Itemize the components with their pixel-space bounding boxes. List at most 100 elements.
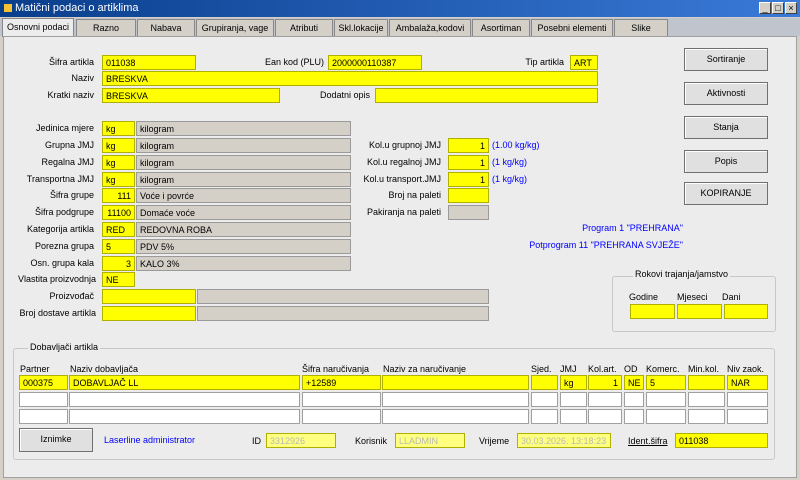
supplier-komerc-cell[interactable] xyxy=(646,409,686,424)
vlastita-field[interactable]: NE xyxy=(102,272,135,287)
godine-field[interactable] xyxy=(630,304,675,319)
tab-posebni-elementi[interactable]: Posebni elementi xyxy=(531,19,613,36)
podgrupa-code-field[interactable]: 11100 xyxy=(102,205,135,220)
kol-transport-note: (1 kg/kg) xyxy=(492,174,528,184)
supplier-sjed-cell[interactable] xyxy=(531,392,558,407)
maximize-button[interactable]: □ xyxy=(772,2,784,14)
transportna-code-field[interactable]: kg xyxy=(102,172,135,187)
supplier-naziv-cell[interactable] xyxy=(69,392,300,407)
col-komerc: Komerc. xyxy=(646,364,680,374)
kopiranje-button[interactable]: KOPIRANJE xyxy=(684,182,768,205)
porezna-code-field[interactable]: 5 xyxy=(102,239,135,254)
ean-field[interactable]: 2000000110387 xyxy=(328,55,422,70)
tab-atributi[interactable]: Atributi xyxy=(275,19,333,36)
supplier-komerc-cell[interactable] xyxy=(646,392,686,407)
kategorija-code-field[interactable]: RED xyxy=(102,222,135,237)
supplier-od-cell[interactable]: NE xyxy=(624,375,644,390)
tab-bar: Osnovni podaci Razno Nabava Grupiranja, … xyxy=(0,18,800,37)
tab-skl-lokacije[interactable]: Skl.lokacije xyxy=(334,19,388,36)
kala-code-field[interactable]: 3 xyxy=(102,256,135,271)
grupna-name-field: kilogram xyxy=(136,138,351,153)
grupa-code-field[interactable]: 111 xyxy=(102,188,135,203)
regalna-name-field: kilogram xyxy=(136,155,351,170)
vrijeme-label: Vrijeme xyxy=(479,436,510,446)
aktivnosti-button[interactable]: Aktivnosti xyxy=(684,82,768,105)
vlastita-label: Vlastita proizvodnja xyxy=(17,274,96,284)
jm-code-field[interactable]: kg xyxy=(102,121,135,136)
supplier-kol-cell[interactable] xyxy=(588,409,622,424)
dani-field[interactable] xyxy=(724,304,768,319)
dodatni-opis-field[interactable] xyxy=(375,88,598,103)
kratki-naziv-field[interactable]: BRESKVA xyxy=(102,88,280,103)
popis-button[interactable]: Popis xyxy=(684,150,768,173)
tab-nabava[interactable]: Nabava xyxy=(137,19,195,36)
supplier-jmj-cell[interactable]: kg xyxy=(560,375,587,390)
title-bar: Matični podaci o artiklima xyxy=(0,0,800,17)
supplier-partner-cell[interactable] xyxy=(19,409,68,424)
supplier-komerc-cell[interactable]: 5 xyxy=(646,375,686,390)
rokovi-title: Rokovi trajanja/jamstvo xyxy=(633,269,731,279)
kol-regalnoj-note: (1 kg/kg) xyxy=(492,157,528,167)
supplier-naziv-nar-cell[interactable] xyxy=(382,392,529,407)
supplier-od-cell[interactable] xyxy=(624,392,644,407)
regalna-code-field[interactable]: kg xyxy=(102,155,135,170)
broj-dostave-code-field[interactable] xyxy=(102,306,196,321)
transportna-jmj-label: Transportna JMJ xyxy=(26,174,94,184)
tab-razno[interactable]: Razno xyxy=(76,19,136,36)
supplier-kol-cell[interactable] xyxy=(588,392,622,407)
supplier-naziv-cell[interactable] xyxy=(69,409,300,424)
ident-sifra-link[interactable]: Ident.šifra xyxy=(628,436,668,446)
osn-grupa-kala-label: Osn. grupa kala xyxy=(30,258,94,268)
sifra-artikla-field[interactable]: 011038 xyxy=(102,55,196,70)
minimize-button[interactable]: _ xyxy=(759,2,771,14)
supplier-min-cell[interactable] xyxy=(688,392,725,407)
close-button[interactable]: × xyxy=(785,2,797,14)
supplier-partner-cell[interactable]: 000375 xyxy=(19,375,68,390)
supplier-min-cell[interactable] xyxy=(688,375,725,390)
kol-transport-label: Kol.u transport.JMJ xyxy=(363,174,441,184)
col-min-kol: Min.kol. xyxy=(688,364,720,374)
tab-grupiranja[interactable]: Grupiranja, vage xyxy=(196,19,274,36)
supplier-naziv-cell[interactable]: DOBAVLJAČ LL xyxy=(69,375,300,390)
supplier-naziv-nar-cell[interactable] xyxy=(382,375,529,390)
col-niv-zaok: Niv zaok. xyxy=(727,364,765,374)
supplier-niv-cell[interactable] xyxy=(727,392,768,407)
broj-na-paleti-field[interactable] xyxy=(448,188,489,203)
col-kol-art: Kol.art. xyxy=(588,364,617,374)
proizvodac-code-field[interactable] xyxy=(102,289,196,304)
ident-sifra-field[interactable]: 011038 xyxy=(675,433,768,448)
naziv-field[interactable]: BRESKVA xyxy=(102,71,598,86)
supplier-niv-cell[interactable] xyxy=(727,409,768,424)
supplier-od-cell[interactable] xyxy=(624,409,644,424)
kol-transport-field[interactable]: 1 xyxy=(448,172,489,187)
supplier-jmj-cell[interactable] xyxy=(560,409,587,424)
supplier-kol-cell[interactable]: 1 xyxy=(588,375,622,390)
kol-regalnoj-field[interactable]: 1 xyxy=(448,155,489,170)
tab-ambalaza[interactable]: Ambalaža,kodovi xyxy=(389,19,471,36)
iznimke-button[interactable]: Iznimke xyxy=(19,428,93,452)
tab-slike[interactable]: Slike xyxy=(614,19,668,36)
supplier-partner-cell[interactable] xyxy=(19,392,68,407)
tab-asortiman[interactable]: Asortiman xyxy=(472,19,530,36)
supplier-jmj-cell[interactable] xyxy=(560,392,587,407)
supplier-naziv-nar-cell[interactable] xyxy=(382,409,529,424)
supplier-min-cell[interactable] xyxy=(688,409,725,424)
supplier-sifra-cell[interactable] xyxy=(302,409,381,424)
grupna-code-field[interactable]: kg xyxy=(102,138,135,153)
broj-dostave-name-field xyxy=(197,306,489,321)
stanja-button[interactable]: Stanja xyxy=(684,116,768,139)
col-sjed: Sjed. xyxy=(531,364,552,374)
kol-grupnoj-note: (1.00 kg/kg) xyxy=(492,140,540,150)
tab-osnovni-podaci[interactable]: Osnovni podaci xyxy=(2,18,74,37)
kol-grupnoj-field[interactable]: 1 xyxy=(448,138,489,153)
supplier-sjed-cell[interactable] xyxy=(531,409,558,424)
pakiranja-label: Pakiranja na paleti xyxy=(366,207,441,217)
dodatni-opis-label: Dodatni opis xyxy=(319,90,370,100)
sortiranje-button[interactable]: Sortiranje xyxy=(684,48,768,71)
supplier-sifra-cell[interactable]: +12589 xyxy=(302,375,381,390)
supplier-sjed-cell[interactable] xyxy=(531,375,558,390)
supplier-sifra-cell[interactable] xyxy=(302,392,381,407)
supplier-niv-cell[interactable]: NAR xyxy=(727,375,768,390)
tip-artikla-field[interactable]: ART xyxy=(570,55,598,70)
mjeseci-field[interactable] xyxy=(677,304,722,319)
